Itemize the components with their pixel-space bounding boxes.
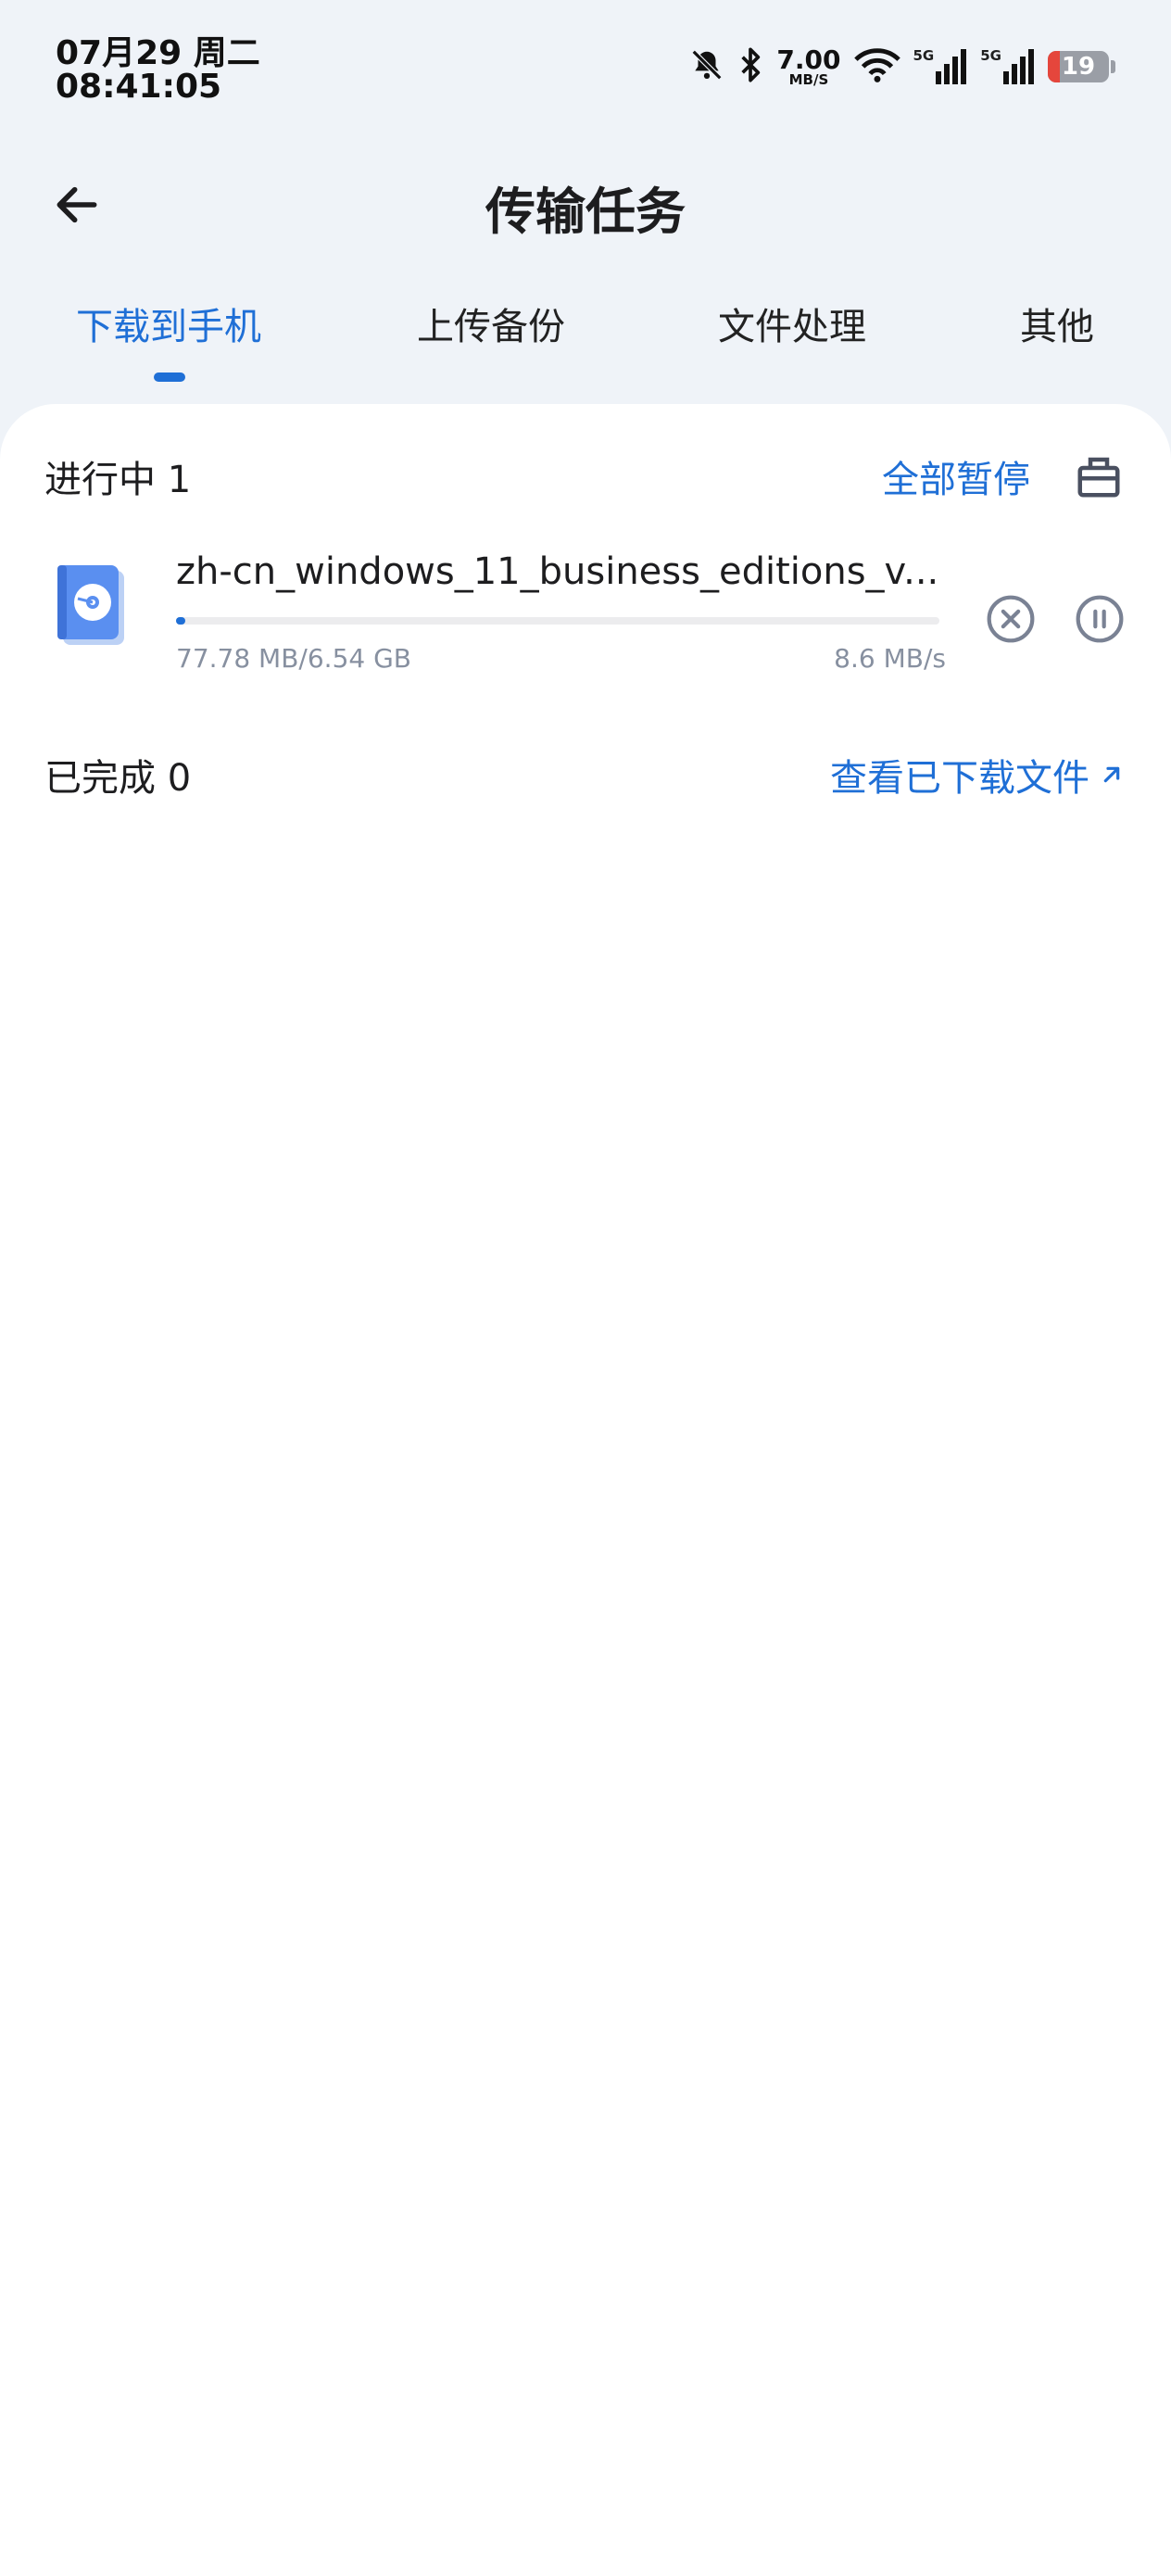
download-size: 77.78 MB/6.54 GB xyxy=(176,643,412,674)
status-datetime: 07月29 周二 08:41:05 xyxy=(56,37,260,104)
page-title: 传输任务 xyxy=(485,183,686,241)
download-progress-bar xyxy=(176,617,939,625)
tab-file-processing[interactable]: 文件处理 xyxy=(718,297,866,350)
active-tab-indicator xyxy=(154,373,185,382)
tab-bar: 下载到手机 上传备份 文件处理 其他 xyxy=(0,297,1171,389)
arrow-up-right-icon xyxy=(1103,766,1120,783)
signal-5g-icon-2: 5G xyxy=(980,49,1035,84)
cancel-download-button[interactable] xyxy=(981,589,1040,649)
disc-image-file-icon xyxy=(54,560,128,652)
bell-muted-icon xyxy=(689,47,724,86)
signal-5g-icon-1: 5G xyxy=(913,49,968,84)
view-downloaded-files-link[interactable]: 查看已下载文件 xyxy=(830,748,1127,802)
completed-header: 已完成 0 查看已下载文件 xyxy=(44,747,1127,802)
network-speed: 7.00 MB/S xyxy=(776,44,841,88)
tab-upload-backup[interactable]: 上传备份 xyxy=(417,297,565,350)
download-speed: 8.6 MB/s xyxy=(834,643,946,674)
content-card: 进行中 1 全部暂停 zh-cn_windows_11_business_edi… xyxy=(0,404,1171,2576)
download-task[interactable]: zh-cn_windows_11_business_editions_v... … xyxy=(44,550,1127,680)
view-downloaded-files-label: 查看已下载文件 xyxy=(830,757,1089,800)
close-circle-icon xyxy=(987,595,1035,643)
file-name: zh-cn_windows_11_business_editions_v... xyxy=(176,550,939,593)
tab-other[interactable]: 其他 xyxy=(1020,297,1094,350)
in-progress-header: 进行中 1 全部暂停 xyxy=(44,448,1127,504)
app-header: 传输任务 xyxy=(0,148,1171,250)
completed-title: 已完成 0 xyxy=(44,757,192,800)
tab-download-to-phone[interactable]: 下载到手机 xyxy=(76,297,261,350)
wifi-icon xyxy=(853,46,900,87)
bluetooth-icon xyxy=(737,46,763,87)
status-date: 07月29 周二 xyxy=(56,34,260,72)
status-time: 08:41:05 xyxy=(56,68,222,106)
pause-all-button[interactable]: 全部暂停 xyxy=(882,449,1030,503)
battery-icon: 19 xyxy=(1048,51,1109,82)
pause-download-button[interactable] xyxy=(1070,589,1129,649)
battery-fill xyxy=(1048,51,1060,82)
battery-level: 19 xyxy=(1061,53,1096,81)
status-icons: 7.00 MB/S 5G 5G 19 xyxy=(689,46,1115,87)
trash-icon xyxy=(1077,457,1120,498)
in-progress-title: 进行中 1 xyxy=(44,459,192,501)
download-progress-fill xyxy=(176,617,185,625)
battery-cap xyxy=(1111,60,1115,73)
pause-circle-icon xyxy=(1076,595,1124,643)
clear-button[interactable] xyxy=(1071,448,1127,504)
status-bar: 07月29 周二 08:41:05 7.00 MB/S 5G 5G 19 xyxy=(0,0,1171,111)
